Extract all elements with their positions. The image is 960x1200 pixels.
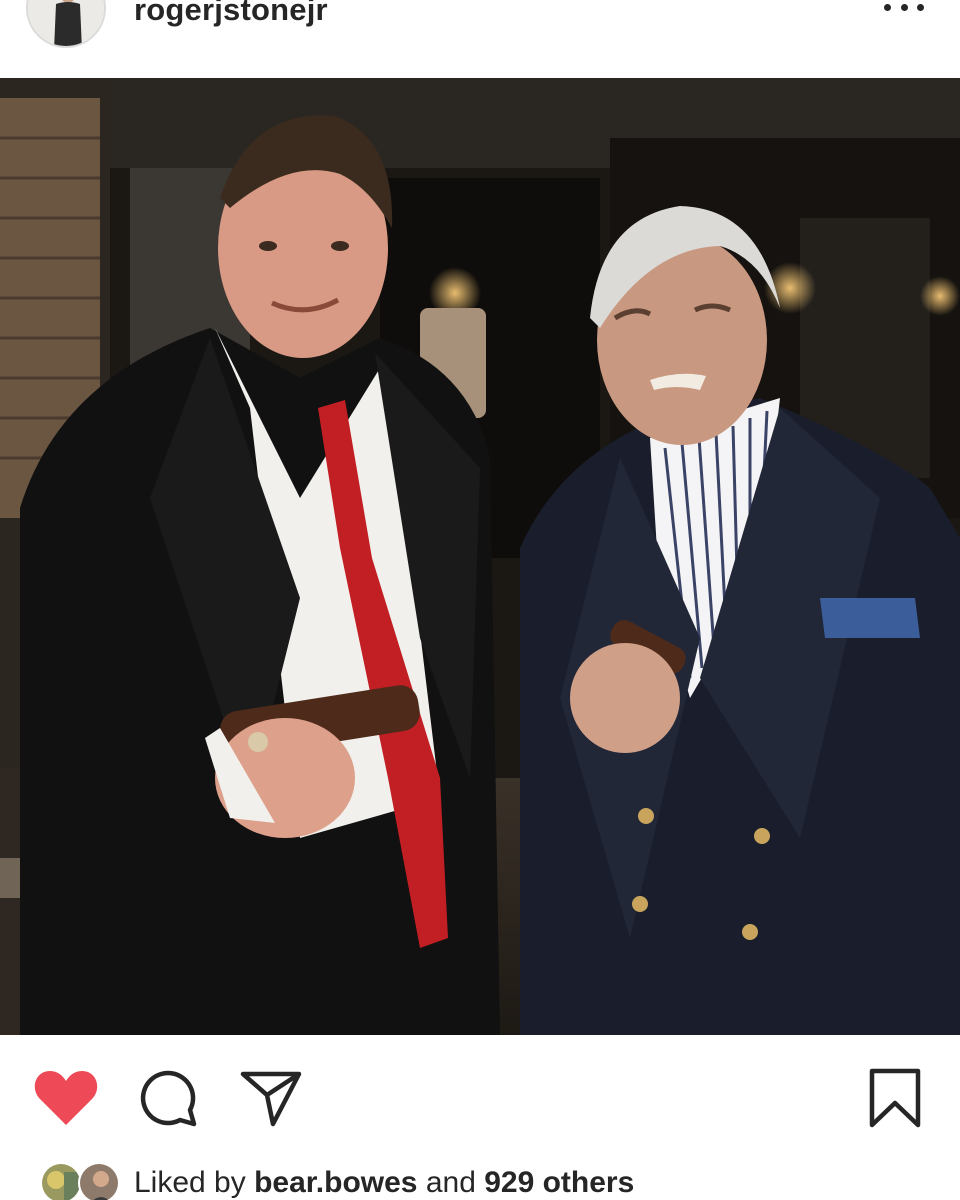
- liker-avatar[interactable]: [40, 1162, 82, 1200]
- bookmark-icon[interactable]: [868, 1067, 922, 1129]
- more-dot: [917, 3, 924, 11]
- instagram-post: rogerjstonejr Liked by bear.bowes and 92…: [0, 0, 960, 1200]
- post-header: rogerjstonejr: [0, 0, 960, 78]
- likes-prefix: Liked by: [134, 1166, 255, 1199]
- more-dot: [884, 3, 891, 11]
- liker-avatar[interactable]: [78, 1162, 120, 1200]
- comment-icon[interactable]: [140, 1069, 198, 1127]
- others-likes-link[interactable]: 929 others: [484, 1166, 634, 1199]
- first-liker-link[interactable]: bear.bowes: [254, 1166, 417, 1199]
- more-dot: [900, 3, 908, 11]
- heart-filled-icon[interactable]: [34, 1069, 98, 1127]
- profile-avatar[interactable]: [26, 0, 106, 48]
- likes-connector: and: [417, 1166, 485, 1199]
- likes-row: Liked by bear.bowes and 929 others: [40, 1160, 940, 1200]
- post-username[interactable]: rogerjstonejr: [134, 0, 328, 28]
- liker-avatars: [40, 1162, 120, 1200]
- likes-summary: Liked by bear.bowes and 929 others: [134, 1166, 634, 1200]
- post-action-bar: [0, 1035, 960, 1155]
- post-photo[interactable]: [0, 78, 960, 1035]
- paper-plane-icon[interactable]: [240, 1069, 302, 1127]
- more-options-icon[interactable]: [884, 0, 924, 22]
